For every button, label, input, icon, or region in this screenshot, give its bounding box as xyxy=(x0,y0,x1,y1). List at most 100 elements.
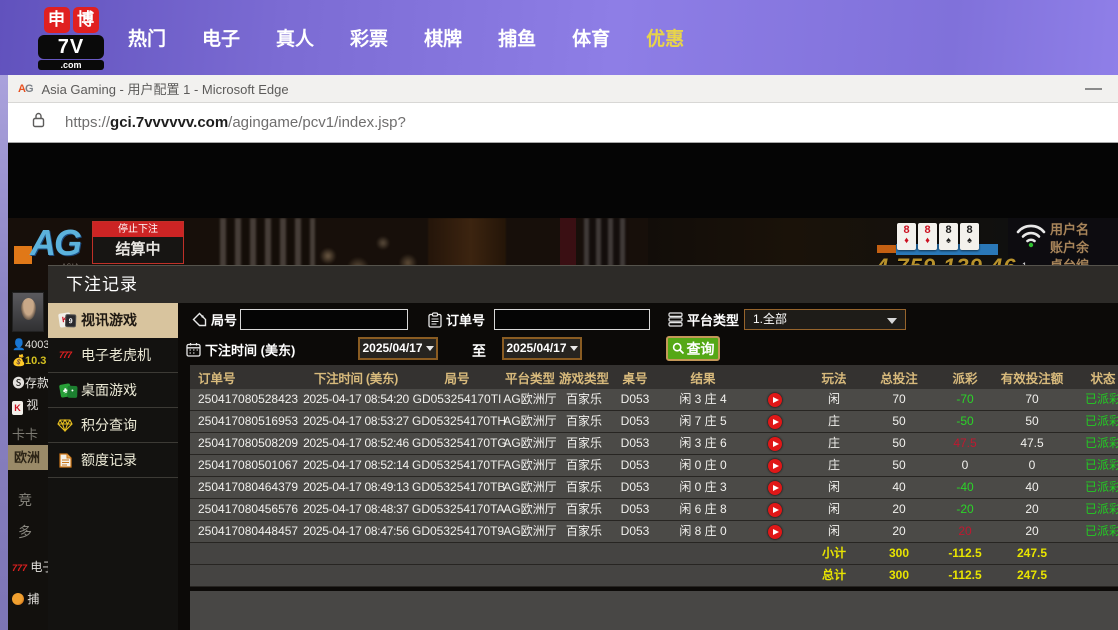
cell-game: 百家乐 xyxy=(558,411,610,432)
menu-item-table-games[interactable]: ♣• 桌面游戏 xyxy=(48,373,178,408)
cell-round: GD053254170TF xyxy=(412,455,502,476)
main-nav: 热门 电子 真人 彩票 棋牌 捕鱼 体育 优惠 xyxy=(128,0,684,75)
desktop-strip xyxy=(0,75,8,630)
cell-round: GD053254170TB xyxy=(412,477,502,498)
cell-play: 闲 xyxy=(804,499,864,520)
avatar[interactable] xyxy=(12,292,44,332)
rail-multi-tab[interactable]: 多 xyxy=(18,522,32,542)
browser-titlebar: AG Asia Gaming - 用户配置 1 - Microsoft Edge xyxy=(8,75,1118,103)
table-header-row: 订单号 下注时间 (美东) 局号 平台类型 游戏类型 桌号 结果 玩法 总投注 xyxy=(190,365,1118,389)
header-play: 玩法 xyxy=(804,368,864,387)
table-row: 2504170804565762025-04-17 08:48:37GD0532… xyxy=(190,499,1118,521)
slots-777-icon: 777 xyxy=(56,350,74,360)
round-number-input[interactable] xyxy=(240,309,408,330)
rail-slots-tab[interactable]: 777 电子 xyxy=(12,558,48,575)
nav-item-hot[interactable]: 热门 xyxy=(128,24,166,51)
total-total: 300 xyxy=(864,565,934,586)
replay-icon[interactable] xyxy=(746,481,804,495)
platform-type-select[interactable]: 1.全部 xyxy=(744,309,906,330)
cell-table: D053 xyxy=(610,411,660,432)
to-label: 至 xyxy=(472,341,486,361)
cell-table: D053 xyxy=(610,389,660,410)
cell-play: 庄 xyxy=(804,455,864,476)
cell-result: 闲 3 庄 4 xyxy=(660,389,746,410)
replay-icon[interactable] xyxy=(746,459,804,473)
cell-platform: AG欧洲厅 xyxy=(502,433,558,454)
cell-platform: AG欧洲厅 xyxy=(502,521,558,542)
rail-sports-tab[interactable]: 竞 xyxy=(18,490,32,510)
dealt-cards: 8♦ 8♦ 8♠ 8♠ xyxy=(897,223,979,250)
clipboard-icon xyxy=(428,312,442,328)
menu-item-points-query[interactable]: 积分查询 xyxy=(48,408,178,443)
page-viewport: AG ASIA GAMING 停止下注 结算中 8♦ 8♦ 8♠ 8♠ 4,75… xyxy=(8,143,1118,630)
cell-payout: -70 xyxy=(934,389,996,410)
header-order: 订单号 xyxy=(190,368,300,387)
cell-table: D053 xyxy=(610,477,660,498)
lock-icon xyxy=(32,112,45,133)
cell-table: D053 xyxy=(610,455,660,476)
nav-item-sports[interactable]: 体育 xyxy=(572,24,610,51)
browser-urlbar[interactable]: https://gci.7vvvvvv.com/agingame/pcv1/in… xyxy=(8,103,1118,143)
menu-item-slot-machines[interactable]: 777 电子老虎机 xyxy=(48,338,178,373)
cell-total: 40 xyxy=(864,477,934,498)
date-from-picker[interactable]: 2025/04/17 xyxy=(358,337,438,360)
header-table-no: 桌号 xyxy=(610,368,660,387)
document-icon xyxy=(56,453,74,468)
replay-icon[interactable] xyxy=(746,437,804,451)
nav-item-slots[interactable]: 电子 xyxy=(202,24,240,51)
header-time: 下注时间 (美东) xyxy=(300,368,412,387)
nav-item-cards[interactable]: 棋牌 xyxy=(424,24,462,51)
rail-europe-tab[interactable]: 欧洲 xyxy=(8,445,48,470)
cell-table: D053 xyxy=(610,521,660,542)
chevron-down-icon xyxy=(887,318,897,324)
search-button[interactable]: 查询 xyxy=(666,336,720,361)
cell-result: 闲 6 庄 8 xyxy=(660,499,746,520)
cell-platform: AG欧洲厅 xyxy=(502,499,558,520)
table-row: 2504170805010672025-04-17 08:52:14GD0532… xyxy=(190,455,1118,477)
nav-item-promo[interactable]: 优惠 xyxy=(646,24,684,51)
cell-time: 2025-04-17 08:47:56 xyxy=(300,521,412,542)
cell-table: D053 xyxy=(610,499,660,520)
cell-valid: 20 xyxy=(996,521,1068,542)
cell-play: 庄 xyxy=(804,433,864,454)
table-empty-area xyxy=(190,591,1118,630)
site-header: 申 博 7V .com 热门 电子 真人 彩票 棋牌 捕鱼 体育 优惠 xyxy=(0,0,1118,75)
rail-fishing-tab[interactable]: 捕 xyxy=(12,590,39,607)
cell-valid: 47.5 xyxy=(996,433,1068,454)
magnifier-icon xyxy=(672,342,685,355)
cell-play: 庄 xyxy=(804,411,864,432)
cell-status: 已派彩 xyxy=(1068,433,1118,454)
cell-game: 百家乐 xyxy=(558,455,610,476)
table-row: 2504170804484572025-04-17 08:47:56GD0532… xyxy=(190,521,1118,543)
rail-card-row[interactable]: 卡卡 xyxy=(12,424,38,443)
deposit-button[interactable]: 🅢存款 xyxy=(12,374,48,391)
header-round: 局号 xyxy=(412,368,502,387)
site-logo[interactable]: 申 博 7V .com xyxy=(38,7,104,70)
cell-total: 50 xyxy=(864,433,934,454)
table-row: 2504170804643792025-04-17 08:49:13GD0532… xyxy=(190,477,1118,499)
cell-play: 闲 xyxy=(804,521,864,542)
cell-game: 百家乐 xyxy=(558,389,610,410)
nav-item-lottery[interactable]: 彩票 xyxy=(350,24,388,51)
cell-result: 闲 0 庄 3 xyxy=(660,477,746,498)
menu-item-live-games[interactable]: K9 视讯游戏 xyxy=(48,303,178,338)
header-total-bet: 总投注 xyxy=(864,368,934,387)
betting-status-banner: 停止下注 结算中 xyxy=(92,221,184,264)
order-number-input[interactable] xyxy=(494,309,650,330)
round-label: 局号 xyxy=(192,310,237,329)
replay-icon[interactable] xyxy=(746,415,804,429)
minimize-button[interactable] xyxy=(1085,88,1102,90)
cell-time: 2025-04-17 08:52:14 xyxy=(300,455,412,476)
cell-time: 2025-04-17 08:54:20 xyxy=(300,389,412,410)
replay-icon[interactable] xyxy=(746,525,804,539)
date-to-picker[interactable]: 2025/04/17 xyxy=(502,337,582,360)
cell-platform: AG欧洲厅 xyxy=(502,411,558,432)
rail-video-tab[interactable]: K 视 xyxy=(12,396,38,415)
nav-item-live[interactable]: 真人 xyxy=(276,24,314,51)
replay-icon[interactable] xyxy=(746,393,804,407)
nav-item-fishing[interactable]: 捕鱼 xyxy=(498,24,536,51)
replay-icon[interactable] xyxy=(746,503,804,517)
menu-item-quota-records[interactable]: 额度记录 xyxy=(48,443,178,478)
wifi-icon xyxy=(1014,221,1048,253)
cell-status: 已派彩 xyxy=(1068,499,1118,520)
